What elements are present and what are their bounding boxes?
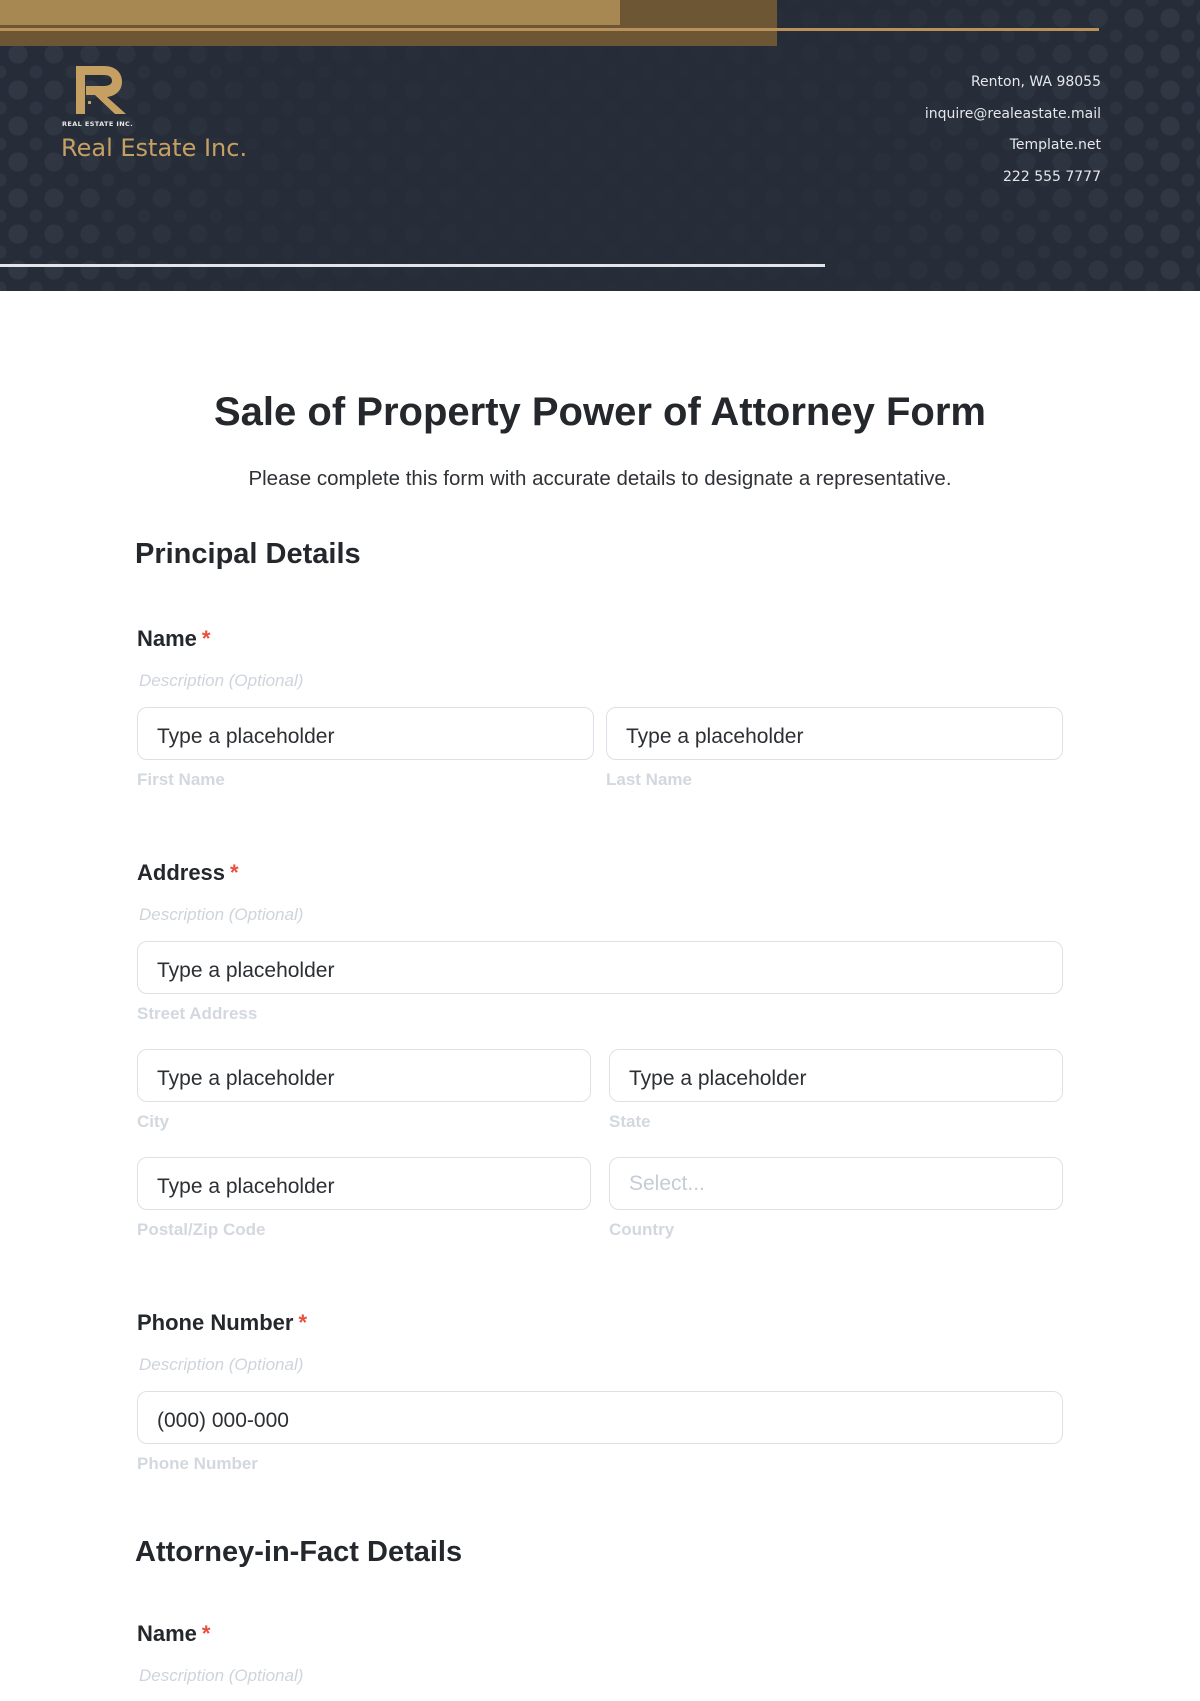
postal-code-sublabel: Postal/Zip Code — [137, 1220, 266, 1239]
principal-address-label: Address * — [137, 860, 239, 886]
attorney-name-description: Description (Optional) — [139, 1666, 304, 1685]
first-name-sublabel: First Name — [137, 770, 225, 789]
principal-name-label: Name * — [137, 626, 210, 652]
logo-tagline: REAL ESTATE INC. — [62, 120, 134, 128]
label-text: Name — [137, 626, 197, 651]
phone-number-input[interactable]: (000) 000-000 — [137, 1391, 1063, 1444]
contact-address: Renton, WA 98055 — [970, 74, 1101, 90]
postal-code-input[interactable]: Type a placeholder — [137, 1157, 591, 1210]
label-text: Phone Number — [137, 1310, 294, 1335]
principal-first-name-input[interactable]: Type a placeholder — [137, 707, 594, 760]
principal-last-name-input[interactable]: Type a placeholder — [606, 707, 1063, 760]
required-marker: * — [298, 1310, 308, 1335]
label-text: Name — [137, 1621, 197, 1646]
contact-info: Renton, WA 98055 inquire@realeastate.mai… — [925, 67, 1101, 193]
city-sublabel: City — [137, 1112, 170, 1131]
principal-phone-description: Description (Optional) — [139, 1355, 304, 1374]
state-sublabel: State — [609, 1112, 651, 1131]
gold-accent-bar — [0, 0, 620, 25]
contact-email[interactable]: inquire@realeastate.mail — [925, 99, 1101, 131]
company-logo: REAL ESTATE INC. Real Estate Inc. — [61, 64, 262, 162]
form-title: Sale of Property Power of Attorney Form — [214, 390, 986, 434]
gold-dark-accent-block — [620, 0, 777, 25]
country-sublabel: Country — [609, 1220, 675, 1239]
principal-phone-label: Phone Number * — [137, 1310, 307, 1336]
section-title-principal: Principal Details — [135, 538, 361, 570]
principal-name-description: Description (Optional) — [139, 671, 304, 690]
contact-phone: 222 555 7777 — [1003, 168, 1101, 185]
principal-address-description: Description (Optional) — [139, 905, 304, 924]
contact-website[interactable]: Template.net — [925, 130, 1101, 162]
attorney-name-label: Name * — [137, 1621, 210, 1647]
company-name: Real Estate Inc. — [61, 134, 248, 162]
label-text: Address — [137, 860, 226, 885]
country-select[interactable]: Select... — [609, 1157, 1063, 1210]
white-accent-line — [0, 264, 825, 267]
required-marker: * — [230, 860, 239, 885]
form-subtitle: Please complete this form with accurate … — [248, 467, 952, 490]
required-marker: * — [201, 626, 211, 651]
phone-number-sublabel: Phone Number — [137, 1454, 258, 1473]
r-logo-icon — [76, 66, 126, 114]
state-input[interactable]: Type a placeholder — [609, 1049, 1063, 1102]
section-title-attorney: Attorney-in-Fact Details — [135, 1536, 463, 1568]
letterhead-banner: REAL ESTATE INC. Real Estate Inc. Renton… — [0, 0, 1200, 291]
required-marker: * — [201, 1621, 211, 1646]
city-input[interactable]: Type a placeholder — [137, 1049, 591, 1102]
street-address-input[interactable]: Type a placeholder — [137, 941, 1063, 994]
last-name-sublabel: Last Name — [606, 770, 692, 789]
gold-accent-line — [0, 28, 1099, 31]
street-address-sublabel: Street Address — [137, 1004, 258, 1023]
